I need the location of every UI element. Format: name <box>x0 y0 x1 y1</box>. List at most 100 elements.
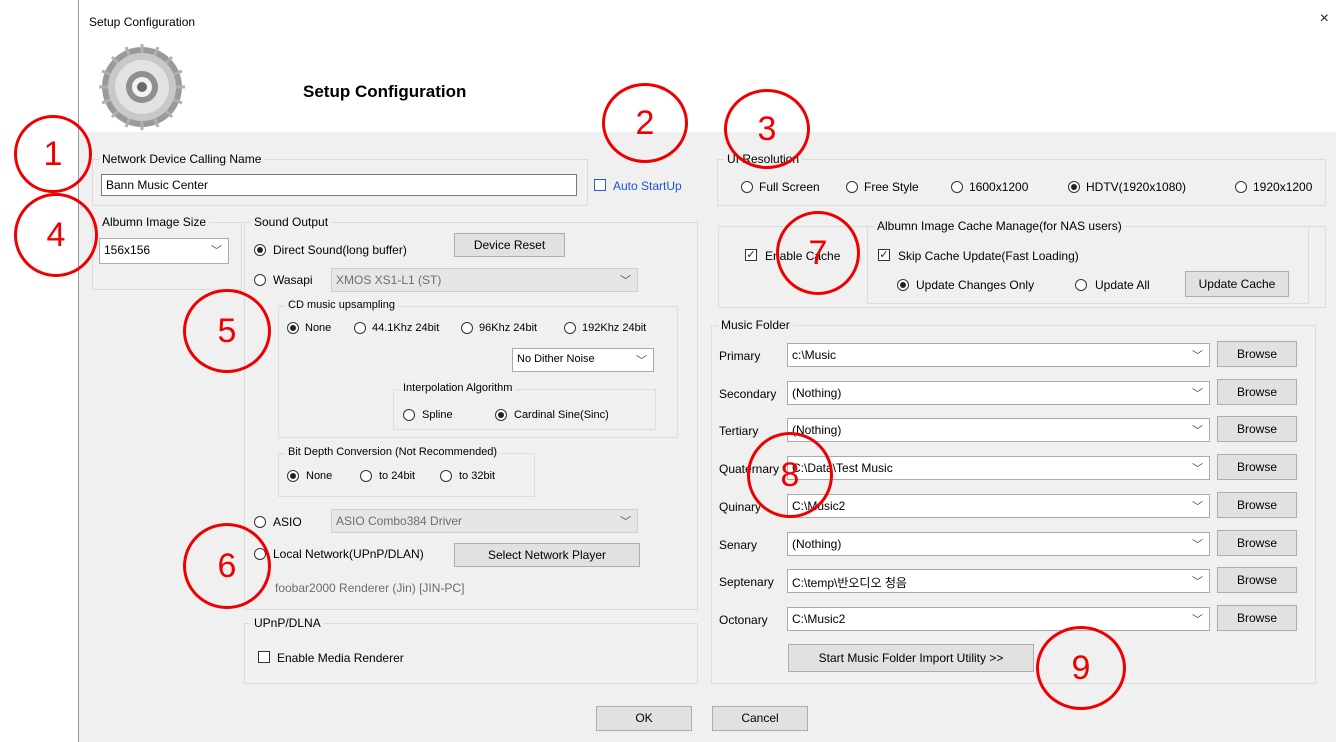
browse-button-tertiary[interactable]: Browse <box>1217 416 1297 442</box>
folder-select-secondary[interactable]: (Nothing) ﹀ <box>787 381 1210 405</box>
bit-32-label: to 32bit <box>459 470 496 482</box>
radio-bit-24[interactable] <box>360 470 372 482</box>
album-size-select[interactable]: 156x156 ﹀ <box>99 238 229 264</box>
folder-path: c:\Music <box>792 348 837 362</box>
callout-1: 1 <box>14 115 92 193</box>
res-1920-label: 1920x1200 <box>1253 180 1313 194</box>
folder-select-tertiary[interactable]: (Nothing) ﹀ <box>787 418 1210 442</box>
radio-ups-96[interactable] <box>461 322 473 334</box>
enable-renderer-checkbox[interactable] <box>258 651 270 663</box>
chevron-down-icon: ﹀ <box>1192 463 1203 475</box>
radio-sinc[interactable] <box>495 409 507 421</box>
radio-direct-sound[interactable] <box>254 244 266 256</box>
interpolation-label: Interpolation Algorithm <box>400 382 516 394</box>
wasapi-device-value: XMOS XS1-L1 (ST) <box>336 273 442 287</box>
folder-select-quaternary[interactable]: C:\Data\Test Music ﹀ <box>787 456 1210 480</box>
callout-3: 3 <box>724 89 810 169</box>
asio-label: ASIO <box>273 515 302 529</box>
browse-button-senary[interactable]: Browse <box>1217 530 1297 556</box>
folder-label-septenary: Septenary <box>719 575 774 589</box>
upnp-label: UPnP/DLNA <box>251 616 324 630</box>
asio-device-select[interactable]: ASIO Combo384 Driver ﹀ <box>331 509 638 533</box>
enable-renderer-label: Enable Media Renderer <box>277 651 404 665</box>
chevron-down-icon: ﹀ <box>636 355 647 367</box>
browse-button-primary[interactable]: Browse <box>1217 341 1297 367</box>
folder-label-quinary: Quinary <box>719 500 762 514</box>
select-network-player-button[interactable]: Select Network Player <box>454 543 640 567</box>
radio-full-screen[interactable] <box>741 181 753 193</box>
chevron-down-icon: ﹀ <box>1192 501 1203 513</box>
folder-select-septenary[interactable]: C:\temp\반오디오 청음 ﹀ <box>787 569 1210 593</box>
browse-button-octonary[interactable]: Browse <box>1217 605 1297 631</box>
enable-cache-checkbox[interactable]: ✓ <box>745 249 757 261</box>
browse-button-septenary[interactable]: Browse <box>1217 567 1297 593</box>
ups-96-label: 96Khz 24bit <box>479 322 538 334</box>
auto-startup-label[interactable]: Auto StartUp <box>613 179 682 193</box>
auto-startup-checkbox[interactable] <box>594 179 606 191</box>
folder-select-senary[interactable]: (Nothing) ﹀ <box>787 532 1210 556</box>
direct-sound-label: Direct Sound(long buffer) <box>273 243 407 257</box>
sound-output-label: Sound Output <box>251 215 332 229</box>
browse-button-secondary[interactable]: Browse <box>1217 379 1297 405</box>
wasapi-device-select[interactable]: XMOS XS1-L1 (ST) ﹀ <box>331 268 638 292</box>
folder-select-octonary[interactable]: C:\Music2 ﹀ <box>787 607 1210 631</box>
radio-asio[interactable] <box>254 516 266 528</box>
radio-wasapi[interactable] <box>254 274 266 286</box>
dither-value: No Dither Noise <box>517 353 595 365</box>
radio-ups-192[interactable] <box>564 322 576 334</box>
chevron-down-icon: ﹀ <box>1192 425 1203 437</box>
import-utility-button[interactable]: Start Music Folder Import Utility >> <box>788 644 1034 672</box>
radio-ups-44[interactable] <box>354 322 366 334</box>
chevron-down-icon: ﹀ <box>620 275 631 287</box>
network-name-label: Network Device Calling Name <box>99 152 265 166</box>
folder-label-primary: Primary <box>719 349 761 363</box>
radio-free-style[interactable] <box>846 181 858 193</box>
window-title: Setup Configuration <box>89 15 196 29</box>
folder-label-secondary: Secondary <box>719 387 777 401</box>
callout-8: 8 <box>747 432 833 518</box>
cancel-button[interactable]: Cancel <box>712 706 808 731</box>
network-name-input[interactable]: Bann Music Center <box>101 174 577 196</box>
radio-hdtv[interactable] <box>1068 181 1080 193</box>
hdtv-label: HDTV(1920x1080) <box>1086 180 1187 194</box>
callout-9: 9 <box>1036 626 1126 710</box>
folder-path: (Nothing) <box>792 537 842 551</box>
radio-1920x1200[interactable] <box>1235 181 1247 193</box>
album-size-label: Albumn Image Size <box>99 215 210 229</box>
device-reset-button[interactable]: Device Reset <box>454 233 565 257</box>
chevron-down-icon: ﹀ <box>1192 388 1203 400</box>
title-area: Setup Configuration × Setup Configuratio… <box>79 0 1336 132</box>
close-icon[interactable]: × <box>1320 10 1329 28</box>
ok-button[interactable]: OK <box>596 706 692 731</box>
skip-cache-checkbox[interactable]: ✓ <box>878 249 890 261</box>
bit-none-label: None <box>306 470 333 482</box>
folder-path: C:\temp\반오디오 청음 <box>792 576 907 590</box>
folder-label-octonary: Octonary <box>719 613 768 627</box>
radio-1600x1200[interactable] <box>951 181 963 193</box>
radio-ups-none[interactable] <box>287 322 299 334</box>
chevron-down-icon: ﹀ <box>1192 614 1203 626</box>
radio-spline[interactable] <box>403 409 415 421</box>
radio-bit-none[interactable] <box>287 470 299 482</box>
res-1600-label: 1600x1200 <box>969 180 1029 194</box>
radio-bit-32[interactable] <box>440 470 452 482</box>
browse-button-quinary[interactable]: Browse <box>1217 492 1297 518</box>
callout-4: 4 <box>14 193 98 277</box>
chevron-down-icon: ﹀ <box>1192 576 1203 588</box>
skip-cache-label: Skip Cache Update(Fast Loading) <box>898 249 1079 263</box>
folder-select-primary[interactable]: c:\Music ﹀ <box>787 343 1210 367</box>
dither-select[interactable]: No Dither Noise ﹀ <box>512 348 654 372</box>
update-cache-button[interactable]: Update Cache <box>1185 271 1289 297</box>
radio-update-all[interactable] <box>1075 279 1087 291</box>
cache-manage-label: Albumn Image Cache Manage(for NAS users) <box>874 219 1125 233</box>
cd-upsampling-label: CD music upsampling <box>285 299 398 311</box>
ups-192-label: 192Khz 24bit <box>582 322 647 334</box>
chevron-down-icon: ﹀ <box>620 516 631 528</box>
album-size-value: 156x156 <box>104 243 151 257</box>
radio-update-changes[interactable] <box>897 279 909 291</box>
browse-button-quaternary[interactable]: Browse <box>1217 454 1297 480</box>
page-title: Setup Configuration <box>303 82 467 101</box>
sinc-label: Cardinal Sine(Sinc) <box>514 409 609 421</box>
free-style-label: Free Style <box>864 180 919 194</box>
folder-select-quinary[interactable]: C:\Music2 ﹀ <box>787 494 1210 518</box>
